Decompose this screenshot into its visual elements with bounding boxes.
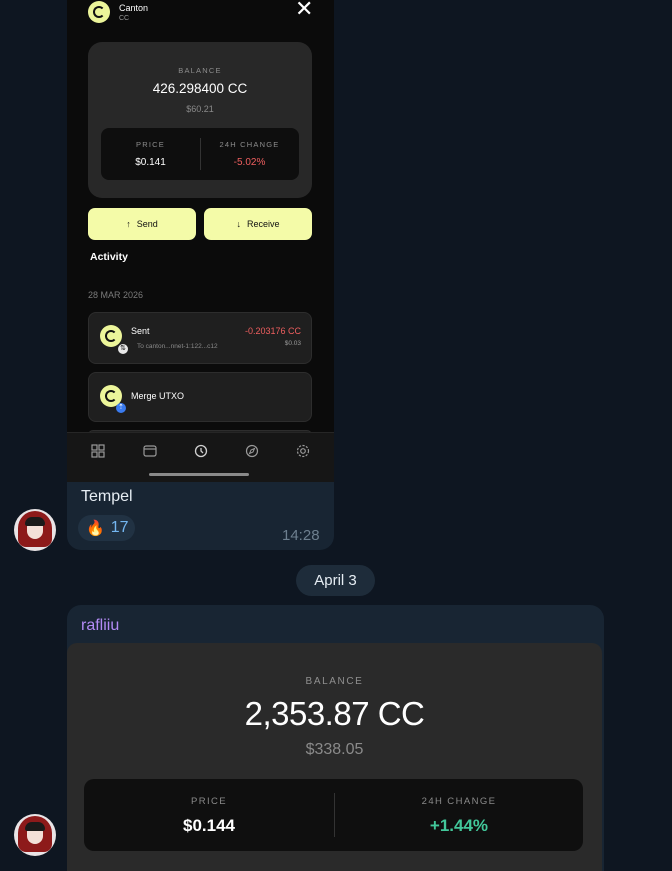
row-subtitle: To canton...nnet-1:122...c12: [137, 343, 218, 350]
sender-name[interactable]: rafliiu: [81, 617, 119, 635]
receive-label: Receive: [246, 219, 280, 229]
price-column: PRICE $0.144: [84, 796, 334, 836]
balance-usd: $60.21: [186, 104, 214, 114]
balance-card: BALANCE 426.298400 CC $60.21 PRICE $0.14…: [88, 42, 312, 198]
bottom-nav: [67, 432, 334, 482]
user-avatar[interactable]: [14, 814, 56, 856]
price-value: $0.141: [135, 157, 166, 168]
change-label: 24H CHANGE: [219, 140, 280, 149]
balance-label: BALANCE: [305, 676, 364, 687]
merge-badge-icon: ⇡: [116, 403, 126, 413]
canton-logo-icon: [88, 1, 110, 23]
change-value: -5.02%: [233, 157, 266, 168]
balance-amount: 2,353.87 CC: [244, 695, 425, 732]
wallet-screenshot[interactable]: Canton CC ✕ BALANCE 426.298400 CC $60.21…: [67, 0, 334, 482]
reaction-count: 17: [110, 519, 129, 536]
price-change-box: PRICE $0.144 24H CHANGE +1.44%: [84, 779, 583, 851]
date-separator: April 3: [296, 565, 375, 596]
avatar-hair: [25, 822, 45, 831]
balance-label: BALANCE: [178, 66, 222, 75]
row-usd: $0.03: [284, 340, 301, 347]
receive-button: ↓ Receive: [204, 208, 312, 240]
price-column: PRICE $0.141: [101, 140, 200, 168]
change-column: 24H CHANGE -5.02%: [200, 140, 299, 168]
token-ticker: CC: [119, 15, 130, 22]
user-avatar[interactable]: [14, 509, 56, 551]
grid-icon: [91, 444, 105, 458]
row-title: Merge UTXO: [131, 391, 185, 401]
history-icon: [194, 444, 208, 458]
price-value: $0.144: [183, 816, 235, 835]
compass-icon: [245, 444, 259, 458]
price-label: PRICE: [190, 796, 228, 807]
change-column: 24H CHANGE +1.44%: [334, 796, 584, 836]
balance-usd: $338.05: [305, 741, 364, 758]
message-caption: Tempel: [81, 488, 133, 505]
balance-amount: 426.298400 CC: [152, 81, 248, 96]
balance-screenshot[interactable]: BALANCE 2,353.87 CC $338.05 PRICE $0.144…: [67, 643, 602, 871]
activity-row-merge: ⇡ Merge UTXO: [88, 372, 312, 422]
avatar-hair: [25, 517, 45, 526]
activity-row-sent: ⇅ Sent To canton...nnet-1:122...c12 -0.2…: [88, 312, 312, 364]
fire-emoji-icon: 🔥: [86, 519, 105, 537]
price-label: PRICE: [136, 140, 165, 149]
arrow-up-icon: ↑: [126, 219, 131, 229]
price-change-box: PRICE $0.141 24H CHANGE -5.02%: [101, 128, 299, 180]
close-icon: ✕: [295, 0, 314, 21]
send-label: Send: [136, 219, 158, 229]
send-badge-icon: ⇅: [118, 344, 128, 354]
row-title: Sent: [131, 326, 150, 336]
arrow-down-icon: ↓: [236, 219, 241, 229]
home-indicator: [149, 473, 249, 476]
settings-icon: [296, 444, 310, 458]
token-name: Canton: [119, 3, 149, 13]
reaction-fire[interactable]: 🔥 17: [78, 515, 135, 541]
wallet-icon: [143, 445, 157, 457]
canton-logo-icon: [100, 325, 122, 347]
send-button: ↑ Send: [88, 208, 196, 240]
row-amount: -0.203176 CC: [244, 326, 301, 336]
message-time: 14:28: [282, 527, 320, 544]
activity-title: Activity: [90, 251, 128, 263]
change-label: 24H CHANGE: [421, 796, 497, 807]
change-value: +1.44%: [429, 816, 489, 835]
activity-date: 28 MAR 2026: [88, 290, 144, 300]
